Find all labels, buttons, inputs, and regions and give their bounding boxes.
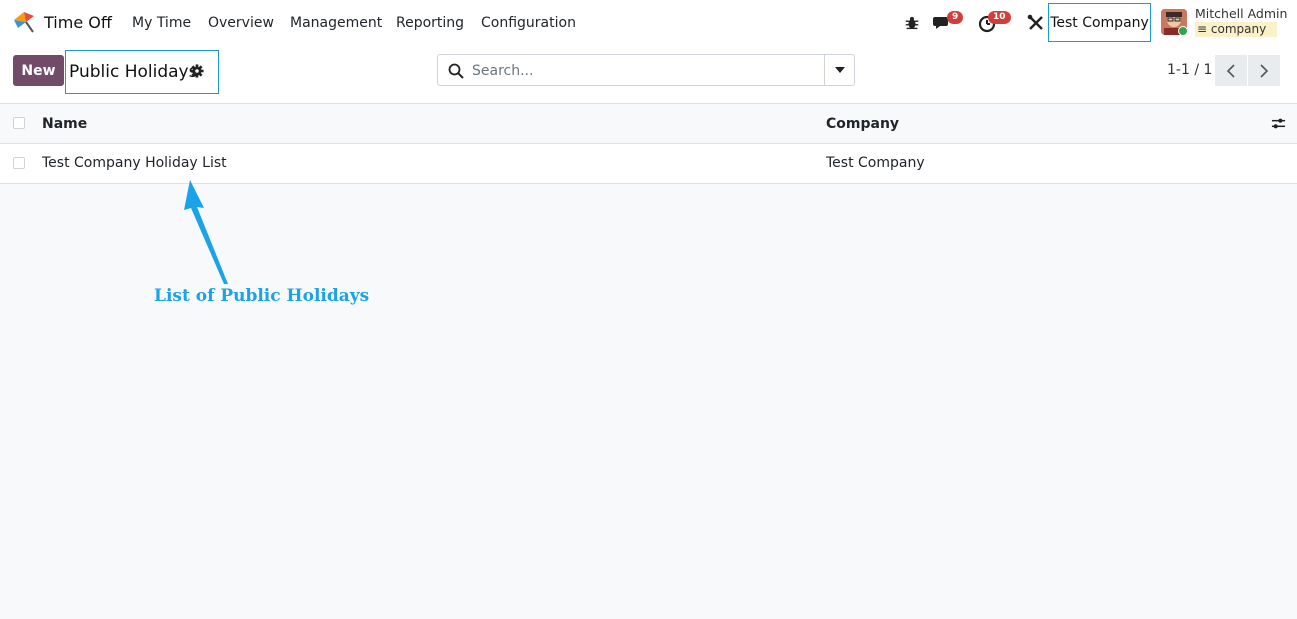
annotation-arrow bbox=[184, 180, 228, 284]
page-title: Public Holidays bbox=[69, 62, 198, 82]
menu-configuration[interactable]: Configuration bbox=[481, 15, 576, 31]
control-panel: New Public Holidays 1-1 / 1 bbox=[0, 46, 1297, 104]
column-header-company[interactable]: Company bbox=[826, 116, 899, 132]
top-navbar: Time Off My Time Overview Management Rep… bbox=[0, 0, 1297, 46]
cell-name: Test Company Holiday List bbox=[42, 155, 227, 171]
menu-my-time[interactable]: My Time bbox=[132, 15, 191, 31]
gear-icon[interactable] bbox=[190, 64, 204, 78]
pager-next-button[interactable] bbox=[1248, 55, 1280, 86]
tools-icon[interactable] bbox=[1026, 13, 1046, 33]
select-all-checkbox[interactable] bbox=[13, 117, 25, 129]
breadcrumb: Public Holidays bbox=[65, 50, 219, 94]
annotation-label: List of Public Holidays bbox=[154, 286, 370, 306]
new-button[interactable]: New bbox=[13, 55, 64, 86]
database-name: company bbox=[1210, 22, 1267, 36]
time-off-app-icon[interactable] bbox=[12, 10, 36, 34]
chevron-left-icon bbox=[1226, 63, 1235, 78]
messages-badge: 9 bbox=[947, 11, 964, 24]
search-bar bbox=[437, 54, 855, 86]
menu-overview[interactable]: Overview bbox=[208, 15, 274, 31]
menu-management[interactable]: Management bbox=[290, 15, 382, 31]
optional-columns-icon[interactable] bbox=[1271, 116, 1286, 131]
app-name[interactable]: Time Off bbox=[44, 13, 112, 32]
database-badge: ≡ company bbox=[1195, 22, 1277, 37]
list-header: Name Company bbox=[0, 104, 1297, 144]
activities-badge: 10 bbox=[988, 11, 1011, 24]
user-name[interactable]: Mitchell Admin bbox=[1195, 6, 1287, 21]
pager-previous-button[interactable] bbox=[1215, 55, 1247, 86]
online-status-dot bbox=[1178, 26, 1188, 36]
search-input[interactable] bbox=[470, 59, 824, 83]
search-icon bbox=[448, 63, 464, 79]
bug-icon[interactable] bbox=[903, 13, 921, 33]
menu-reporting[interactable]: Reporting bbox=[396, 15, 464, 31]
company-switcher[interactable]: Test Company bbox=[1048, 3, 1151, 42]
search-options-toggle[interactable] bbox=[824, 55, 854, 85]
cell-company: Test Company bbox=[826, 155, 925, 171]
row-checkbox[interactable] bbox=[13, 157, 25, 169]
column-header-name[interactable]: Name bbox=[42, 116, 87, 132]
chevron-right-icon bbox=[1260, 63, 1269, 78]
caret-down-icon bbox=[834, 67, 845, 73]
pager-value[interactable]: 1-1 / 1 bbox=[1167, 62, 1212, 78]
database-icon: ≡ bbox=[1197, 22, 1208, 36]
